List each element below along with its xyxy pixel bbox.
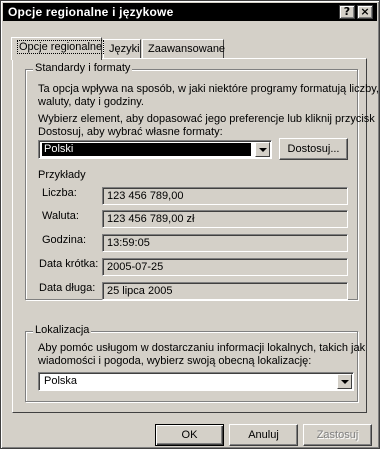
dialog-window: Opcje regionalne i językowe ? × Opcje re… — [0, 0, 380, 449]
example-label-number: Liczba: — [42, 187, 77, 199]
chevron-down-icon — [341, 380, 349, 384]
format-select-value: Polski — [42, 143, 251, 156]
tab-advanced[interactable]: Zaawansowane — [142, 39, 226, 59]
example-value-long-date: 25 lipca 2005 — [102, 282, 348, 300]
tab-label: Opcje regionalne — [17, 40, 105, 54]
location-group-title: Lokalizacja — [33, 324, 92, 336]
close-button[interactable]: × — [357, 5, 373, 19]
example-value-time: 13:59:05 — [102, 234, 348, 252]
standards-instruction-1: Wybierz element, aby dopasować jego pref… — [38, 113, 375, 125]
example-label-currency: Waluta: — [42, 210, 79, 222]
example-label-long-date: Data długa: — [39, 282, 96, 294]
location-select-value: Polska — [44, 375, 78, 387]
customize-button[interactable]: Dostosuj... — [279, 138, 348, 160]
standards-description-1: Ta opcja wpływa na sposób, w jaki niektó… — [38, 83, 379, 95]
standards-instruction-2: Dostosuj, aby wybrać własne formaty: — [38, 126, 223, 138]
example-label-short-date: Data krótka: — [39, 258, 99, 270]
location-select[interactable]: Polska — [38, 372, 354, 391]
chevron-down-icon — [259, 148, 267, 152]
tab-regional-options[interactable]: Opcje regionalne — [11, 37, 105, 60]
example-value-number: 123 456 789,00 — [102, 187, 348, 205]
format-dropdown-button[interactable] — [255, 142, 270, 157]
title-bar[interactable]: Opcje regionalne i językowe ? × — [3, 3, 377, 21]
apply-button[interactable]: Zastosuj — [303, 424, 372, 446]
ok-button[interactable]: OK — [155, 424, 224, 446]
example-label-time: Godzina: — [42, 234, 87, 246]
standards-description-2: waluty, daty i godziny. — [38, 96, 144, 108]
help-button[interactable]: ? — [339, 5, 355, 19]
cancel-button[interactable]: Anuluj — [229, 424, 298, 446]
examples-title: Przykłady — [38, 169, 86, 181]
tab-languages[interactable]: Języki — [103, 39, 141, 59]
format-select[interactable]: Polski — [38, 140, 272, 159]
tab-label: Zaawansowane — [148, 43, 226, 55]
location-dropdown-button[interactable] — [337, 374, 352, 389]
example-value-short-date: 2005-07-25 — [102, 258, 348, 276]
standards-group-title: Standardy i formaty — [33, 62, 133, 74]
location-description-1: Aby pomóc usługom w dostarczaniu informa… — [38, 342, 366, 354]
tab-label: Języki — [109, 43, 140, 55]
example-value-currency: 123 456 789,00 zł — [102, 210, 348, 228]
location-description-2: wiadomości i pogoda, wybierz swoją obecn… — [38, 355, 312, 367]
window-title: Opcje regionalne i językowe — [8, 5, 174, 19]
